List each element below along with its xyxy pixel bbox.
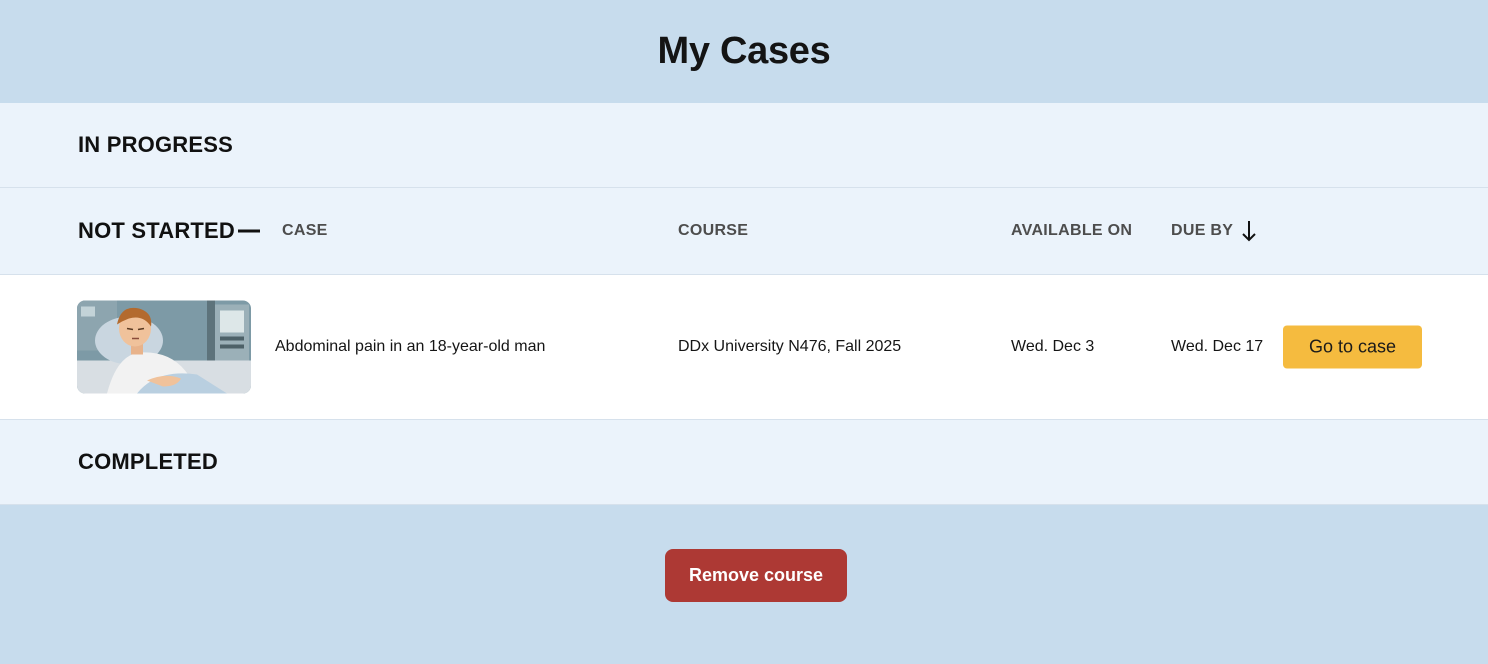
column-header-available-on: AVAILABLE ON bbox=[1011, 222, 1133, 239]
table-row: Abdominal pain in an 18-year-old man DDx… bbox=[0, 275, 1488, 420]
page-footer: Remove course bbox=[0, 505, 1488, 663]
case-available-on: Wed. Dec 3 bbox=[1011, 338, 1095, 355]
page-header: My Cases bbox=[0, 0, 1488, 103]
column-header-course: COURSE bbox=[678, 222, 749, 239]
case-course: DDx University N476, Fall 2025 bbox=[678, 338, 902, 355]
section-title-completed: COMPLETED bbox=[78, 449, 218, 474]
remove-course-button[interactable]: Remove course bbox=[665, 549, 847, 602]
go-to-case-button[interactable]: Go to case bbox=[1283, 325, 1422, 369]
section-title-not-started: NOT STARTED bbox=[78, 218, 236, 243]
page-title: My Cases bbox=[657, 30, 831, 72]
section-not-started-header: NOT STARTED CASE COURSE AVAILABLE ON DUE… bbox=[0, 188, 1488, 275]
case-title-link[interactable]: Abdominal pain in an 18-year-old man bbox=[275, 338, 545, 356]
section-completed: COMPLETED bbox=[0, 420, 1488, 505]
column-header-case: CASE bbox=[282, 222, 328, 239]
section-title-in-progress: IN PROGRESS bbox=[78, 132, 234, 157]
minus-icon[interactable] bbox=[238, 229, 260, 233]
arrow-down-icon[interactable] bbox=[1240, 219, 1258, 243]
case-due-by: Wed. Dec 17 bbox=[1171, 338, 1264, 355]
case-thumbnail[interactable] bbox=[77, 300, 251, 394]
column-header-due-by[interactable]: DUE BY bbox=[1171, 222, 1233, 240]
section-in-progress: IN PROGRESS bbox=[0, 103, 1488, 188]
my-cases-page: My Cases IN PROGRESS NOT STARTED CASE CO… bbox=[0, 0, 1488, 664]
